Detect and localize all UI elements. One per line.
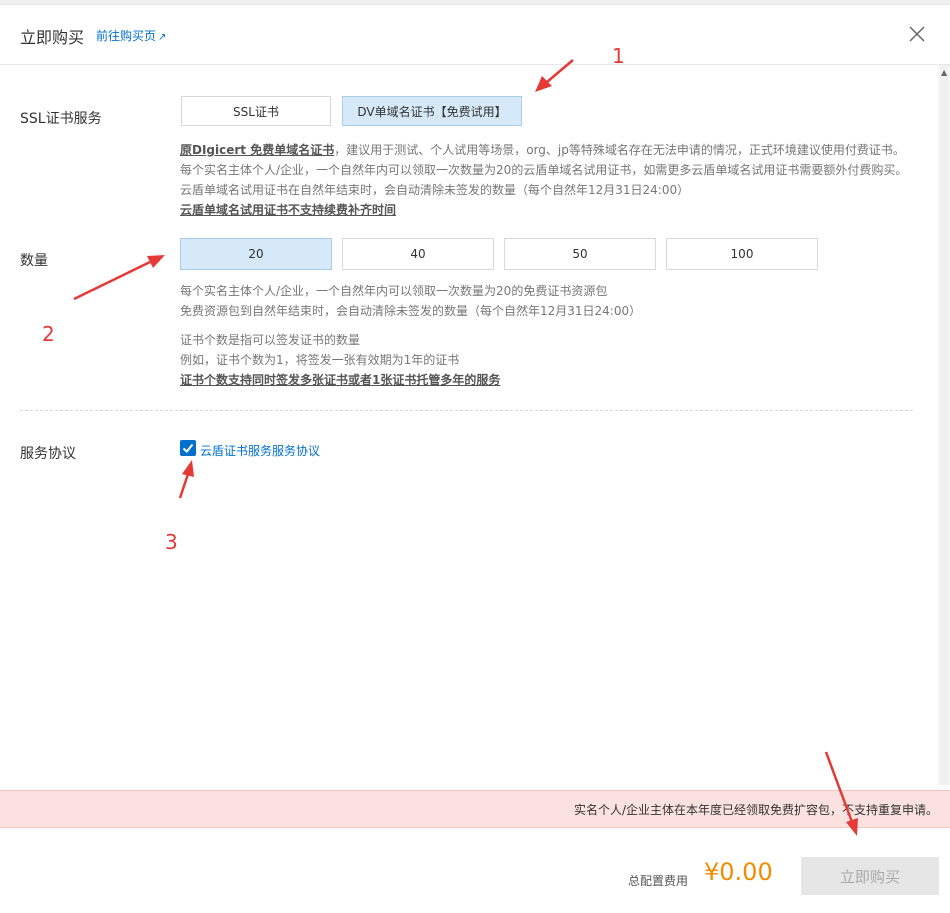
dialog-title: 立即购买: [20, 28, 85, 47]
total-price: ¥0.00: [704, 858, 773, 886]
agreement-link[interactable]: 云盾证书服务服务协议: [200, 442, 320, 459]
annotation-number-2: 2: [42, 322, 55, 346]
close-button[interactable]: [908, 25, 926, 43]
goto-purchase-page-label: 前往购买页: [96, 29, 157, 43]
ssl-desc-line2: 每个实名主体个人/企业，一个自然年内可以领取一次数量为20的云盾单域名试用证书，…: [180, 163, 908, 177]
scrollbar[interactable]: [938, 65, 950, 785]
ssl-desc-bold: 原DIgicert 免费单域名证书: [180, 143, 335, 157]
ssl-desc-line1-rest: ，建议用于测试、个人试用等场景，org、jp等特殊域名存在无法申请的情况，正式环…: [334, 143, 905, 157]
quantity-desc-line2: 免费资源包到自然年结束时，会自动清除未签发的数量（每个自然年12月31日24:0…: [180, 304, 642, 318]
ssl-desc-line3: 云盾单域名试用证书在自然年结束时，会自动清除未签发的数量（每个自然年12月31日…: [180, 183, 690, 197]
annotation-number-3: 3: [165, 530, 178, 554]
ssl-service-label: SSL证书服务: [20, 111, 102, 127]
checkmark-icon: [182, 443, 194, 453]
annotation-arrow-3-icon: [178, 460, 194, 499]
quantity-option-20[interactable]: 20: [180, 238, 332, 270]
quantity-option-50[interactable]: 50: [504, 238, 656, 270]
quantity-option-40[interactable]: 40: [342, 238, 494, 270]
external-link-icon: ↗: [158, 32, 167, 43]
dialog-header: 立即购买 前往购买页 ↗: [0, 4, 950, 65]
ssl-desc-note: 云盾单域名试用证书不支持续费补齐时间: [180, 203, 397, 217]
ssl-desc-line1: 原DIgicert 免费单域名证书，建议用于测试、个人试用等场景，org、jp等…: [180, 140, 905, 160]
agreement-label: 服务协议: [20, 446, 76, 462]
total-fee-label: 总配置费用: [628, 874, 689, 888]
annotation-number-1: 1: [612, 44, 625, 68]
quantity-desc-line1: 每个实名主体个人/企业，一个自然年内可以领取一次数量为20的免费证书资源包: [180, 284, 608, 298]
option-ssl-cert[interactable]: SSL证书: [181, 96, 331, 126]
buy-now-button[interactable]: 立即购买: [801, 857, 939, 895]
quantity-desc-line3: 证书个数是指可以签发证书的数量: [180, 333, 361, 347]
annotation-arrow-2-icon: [73, 255, 165, 301]
warning-text: 实名个人/企业主体在本年度已经领取免费扩容包，不支持重复申请。: [573, 803, 938, 817]
close-icon: [909, 26, 925, 42]
section-divider: [20, 410, 913, 411]
quantity-desc-line4: 例如，证书个数为1，将签发一张有效期为1年的证书: [180, 353, 460, 367]
warning-bar: 实名个人/企业主体在本年度已经领取免费扩容包，不支持重复申请。: [0, 790, 950, 828]
goto-purchase-page-link[interactable]: 前往购买页 ↗: [96, 27, 166, 44]
quantity-option-100[interactable]: 100: [666, 238, 818, 270]
scrollbar-thumb[interactable]: [940, 65, 948, 785]
quantity-desc-line5: 证书个数支持同时签发多张证书或者1张证书托管多年的服务: [180, 370, 500, 390]
option-dv-single-domain[interactable]: DV单域名证书【免费试用】: [342, 96, 522, 126]
quantity-label: 数量: [20, 253, 48, 269]
ssl-desc-line4: 云盾单域名试用证书不支持续费补齐时间: [180, 200, 396, 220]
annotation-arrows: [73, 59, 858, 836]
agreement-checkbox[interactable]: [180, 440, 196, 456]
quantity-desc-note: 证书个数支持同时签发多张证书或者1张证书托管多年的服务: [180, 373, 501, 387]
scroll-up-icon[interactable]: ▲: [941, 68, 947, 77]
